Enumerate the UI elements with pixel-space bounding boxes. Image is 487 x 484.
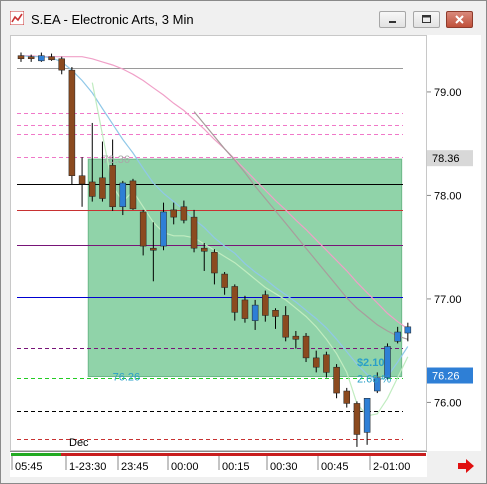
candle-body bbox=[363, 398, 371, 433]
price-chart[interactable]: 78.36 76.26 $2.10 2.68 % Dec bbox=[11, 36, 426, 450]
candle-body bbox=[394, 331, 401, 342]
candle-body bbox=[262, 294, 269, 316]
candle-body bbox=[190, 216, 198, 249]
candle-body bbox=[68, 69, 76, 176]
chart-annotation: $2.10 bbox=[357, 357, 385, 369]
candle-body bbox=[170, 209, 177, 218]
date-label: Dec bbox=[69, 437, 89, 449]
chart-window: S.EA - Electronic Arts, 3 Min 78.36 76.26… bbox=[0, 0, 487, 484]
candle-body bbox=[150, 247, 157, 251]
price-axis-labels: 79.00 78.00 77.00 76.00 78.36 76.26 bbox=[427, 87, 473, 409]
candle-body bbox=[180, 206, 188, 221]
title-bar[interactable]: S.EA - Electronic Arts, 3 Min bbox=[1, 1, 486, 35]
session-bar-green bbox=[11, 453, 61, 456]
x-tick-label: 00:30 bbox=[270, 461, 298, 473]
x-tick-label: 23:45 bbox=[121, 461, 149, 473]
time-axis[interactable]: 05:45 1-23:30 23:45 00:00 00:15 00:30 00:45 2-0… bbox=[10, 451, 427, 477]
close-icon bbox=[455, 15, 464, 24]
chart-annotation: 2.68 % bbox=[357, 374, 391, 386]
maximize-icon bbox=[422, 15, 431, 23]
chart-annotation: 76.26 bbox=[113, 372, 141, 384]
x-tick-label: 00:00 bbox=[171, 461, 199, 473]
candle-body bbox=[160, 211, 167, 247]
candle-body bbox=[282, 315, 289, 338]
y-tick-label: 78.00 bbox=[434, 190, 462, 202]
candle-body bbox=[241, 299, 249, 319]
candle-body bbox=[333, 366, 340, 394]
candle-body bbox=[292, 335, 300, 340]
scroll-right-arrow-icon[interactable] bbox=[457, 458, 477, 474]
chart-annotation: 78.36 bbox=[102, 154, 130, 166]
candle-body bbox=[323, 354, 330, 373]
candle-body bbox=[129, 180, 137, 210]
app-logo-icon bbox=[10, 11, 24, 25]
candle-body bbox=[58, 58, 65, 71]
candle-body bbox=[211, 252, 218, 274]
candle-body bbox=[200, 247, 208, 252]
candle-body bbox=[89, 181, 96, 197]
x-tick-label: 00:45 bbox=[321, 461, 349, 473]
candle-body bbox=[231, 286, 239, 313]
candle-body bbox=[38, 55, 45, 62]
plot-area[interactable]: 78.36 76.26 $2.10 2.68 % Dec bbox=[10, 35, 427, 451]
window-title: S.EA - Electronic Arts, 3 Min bbox=[31, 12, 194, 27]
candle-body bbox=[48, 56, 55, 61]
minimize-icon bbox=[389, 21, 396, 23]
candle-body bbox=[99, 177, 106, 199]
candle-body bbox=[17, 55, 25, 60]
y-tick-label: 79.00 bbox=[434, 87, 462, 99]
candle-body bbox=[221, 273, 228, 288]
minimize-button[interactable] bbox=[379, 11, 406, 28]
candle-body bbox=[272, 310, 279, 317]
session-bar-red bbox=[61, 453, 426, 456]
candle-body bbox=[312, 357, 320, 368]
x-tick-label: 00:15 bbox=[222, 461, 250, 473]
y-tick-label: 77.00 bbox=[434, 294, 462, 306]
maximize-button[interactable] bbox=[413, 11, 440, 28]
x-tick-label: 2-01:00 bbox=[373, 461, 410, 473]
price-tag-label: 76.26 bbox=[432, 371, 460, 383]
candle-body bbox=[251, 304, 259, 321]
y-tick-label: 76.00 bbox=[434, 397, 462, 409]
candle-body bbox=[353, 403, 361, 435]
x-tick-label: 1-23:30 bbox=[69, 461, 106, 473]
candle-body bbox=[139, 211, 147, 247]
candle-body bbox=[343, 390, 351, 404]
price-tag-label: 78.36 bbox=[432, 153, 460, 165]
x-tick-label: 05:45 bbox=[15, 461, 43, 473]
candle-body bbox=[302, 335, 310, 359]
candle-body bbox=[27, 56, 35, 60]
close-button[interactable] bbox=[446, 11, 473, 28]
candle-body bbox=[109, 165, 116, 208]
candle-body bbox=[78, 175, 86, 185]
candle-body bbox=[119, 182, 127, 208]
price-axis[interactable]: 79.00 78.00 77.00 76.00 78.36 76.26 bbox=[427, 35, 481, 451]
candle-body bbox=[404, 326, 412, 334]
time-axis-labels: 05:45 1-23:30 23:45 00:00 00:15 00:30 00:45 2-0… bbox=[10, 451, 427, 473]
